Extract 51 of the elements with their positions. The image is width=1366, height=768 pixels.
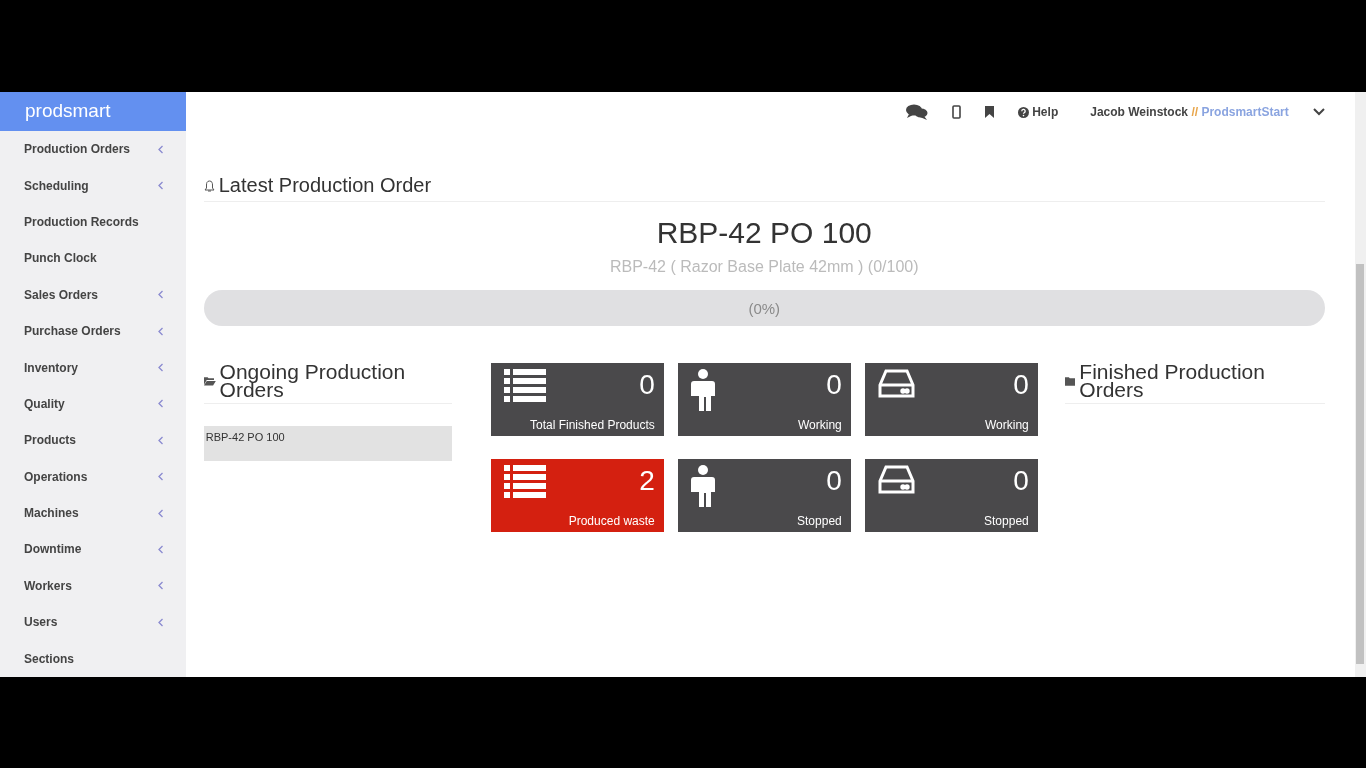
stat-value: 0 xyxy=(826,465,842,497)
order-list-item[interactable]: RBP-42 PO 100 xyxy=(203,426,452,461)
sidebar-item[interactable]: Operations xyxy=(0,458,186,495)
stat-label: Stopped xyxy=(797,514,842,528)
stat-label: Produced waste xyxy=(568,514,655,528)
sidebar-item[interactable]: Workers xyxy=(0,567,186,605)
stat-label: Working xyxy=(984,418,1029,432)
stat-value: 0 xyxy=(1013,369,1029,401)
stat-value: 0 xyxy=(826,369,842,401)
bell-icon xyxy=(203,179,215,192)
stat-label: Total Finished Products xyxy=(530,418,655,432)
list-icon xyxy=(503,369,546,403)
sidebar-item[interactable]: Downtime xyxy=(0,531,186,568)
scrollbar[interactable] xyxy=(1354,92,1366,677)
mobile-icon[interactable] xyxy=(952,105,962,119)
sidebar-item[interactable]: Products xyxy=(0,422,186,459)
sidebar-item[interactable]: Scheduling xyxy=(0,167,186,204)
help-icon xyxy=(1018,106,1030,118)
section-heading: Latest Production Order xyxy=(218,174,432,197)
person-icon xyxy=(690,465,715,507)
sidebar-item[interactable]: Sales Orders xyxy=(0,276,186,313)
sidebar-item[interactable]: Users xyxy=(0,604,186,641)
person-icon xyxy=(690,369,715,411)
stat-value: 0 xyxy=(639,369,655,401)
sidebar-item[interactable]: Punch Clock xyxy=(0,240,186,277)
order-detail: RBP-42 ( Razor Base Plate 42mm ) (0/100) xyxy=(608,258,920,276)
folder-icon xyxy=(1064,376,1076,386)
sidebar-item[interactable]: Machines xyxy=(0,494,186,532)
chevron-down-icon[interactable] xyxy=(1312,108,1325,116)
list-icon xyxy=(503,465,546,499)
sidebar-item[interactable]: Production Orders xyxy=(0,131,186,168)
stat-label: Working xyxy=(797,418,842,432)
section-heading: Finished Production Orders xyxy=(1079,363,1266,399)
sidebar-item[interactable]: Production Records xyxy=(0,203,186,241)
drive-icon xyxy=(877,369,915,399)
drive-icon xyxy=(877,465,915,495)
sidebar-item[interactable]: Quality xyxy=(0,385,186,423)
help-link[interactable]: Help xyxy=(1018,105,1059,119)
progress-label: (0%) xyxy=(748,299,781,317)
sidebar-item[interactable]: Sections xyxy=(0,640,186,677)
stat-value: 0 xyxy=(1013,465,1029,497)
user-menu[interactable]: Jacob Weinstock // ProdsmartStart xyxy=(1090,105,1289,119)
folder-icon xyxy=(203,376,216,386)
stat-label: Stopped xyxy=(984,514,1029,528)
section-heading: Ongoing Production Orders xyxy=(219,363,407,399)
stat-value: 2 xyxy=(639,465,655,497)
order-title: RBP-42 PO 100 xyxy=(655,216,873,250)
bookmark-icon[interactable] xyxy=(985,106,995,118)
chat-icon[interactable] xyxy=(906,104,929,120)
sidebar-item[interactable]: Purchase Orders xyxy=(0,312,186,350)
sidebar-item[interactable]: Inventory xyxy=(0,349,186,386)
